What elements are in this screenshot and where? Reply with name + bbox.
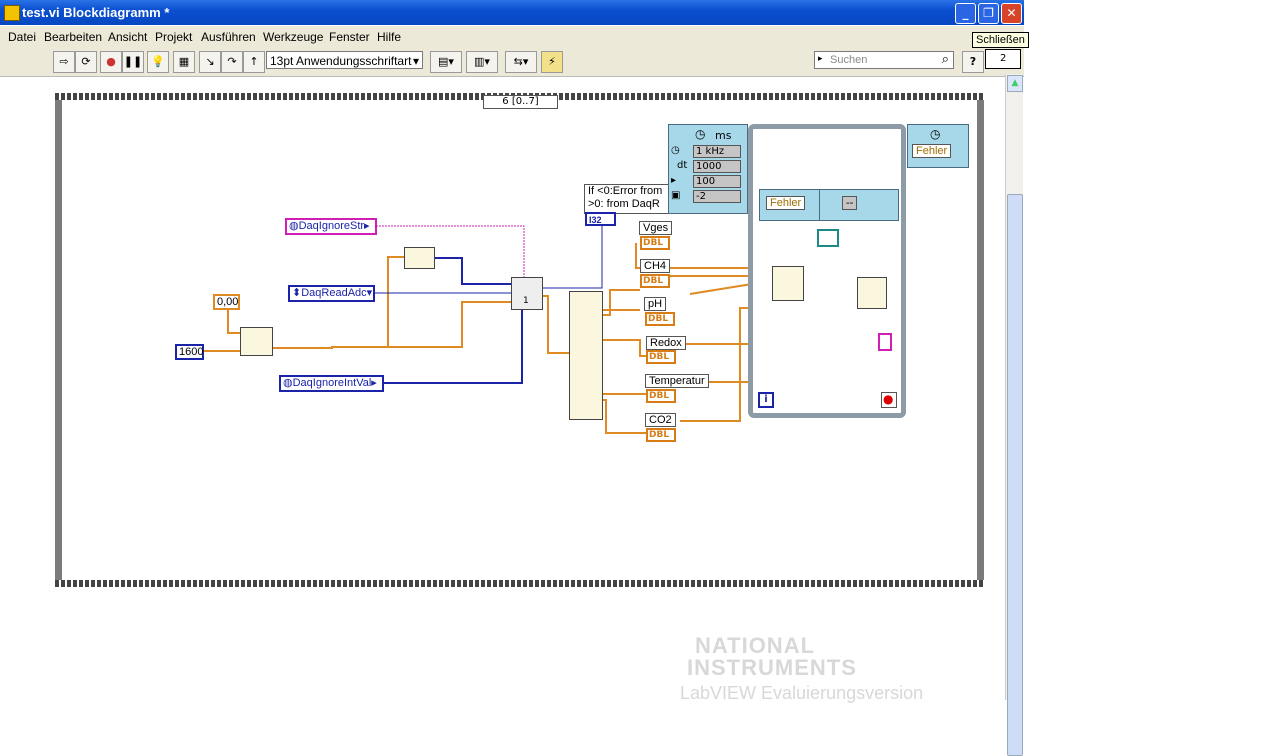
- wire-main: [272, 301, 511, 349]
- priority-value: -2: [693, 190, 741, 203]
- labview-eval-watermark: LabVIEW Evaluierungsversion: [680, 683, 924, 703]
- daq-ignore-str-constant[interactable]: ◍DaqIgnoreStr▸: [285, 218, 377, 235]
- priority-row: ▣ -2: [671, 190, 743, 203]
- daq-read-adc-label: DaqReadAdc: [301, 287, 367, 299]
- globe-icon: ◍: [283, 377, 293, 389]
- dt-value: 1000: [693, 160, 741, 173]
- wire-t3: [689, 283, 753, 295]
- chevron-right-icon: ▸: [364, 220, 370, 232]
- labview-window: test.vi Blockdiagramm * _ ❐ ✕ Datei Bear…: [0, 0, 1029, 756]
- indicator-co2[interactable]: DBL: [646, 428, 676, 442]
- array-to-cluster-node[interactable]: [404, 247, 435, 269]
- daq-read-adc-enum[interactable]: ⬍DaqReadAdc▾: [288, 285, 375, 302]
- stop-terminal[interactable]: ●: [881, 392, 897, 408]
- indicator-label-co2: CO2: [645, 413, 676, 427]
- offset-icon: ▸: [671, 175, 677, 186]
- wire-ind5: [602, 399, 648, 434]
- unbundle-node[interactable]: [569, 291, 603, 420]
- error-line3: from DaqR: [606, 198, 660, 210]
- indicator-label-temperatur: Temperatur: [645, 374, 709, 388]
- indicator-temperatur[interactable]: DBL: [646, 389, 676, 403]
- stop-icon: ●: [883, 392, 894, 406]
- wire-ind4: [601, 373, 648, 395]
- indicator-label-ch4: CH4: [640, 259, 671, 273]
- i32-constant[interactable]: 1600: [175, 344, 204, 360]
- ni-watermark: NATIONAL INSTRUMENTS: [655, 635, 857, 679]
- indicator-ch4[interactable]: DBL: [640, 274, 670, 288]
- dbl-constant[interactable]: 0,00: [213, 294, 240, 310]
- chevron-right-icon: ▸: [371, 377, 377, 389]
- i32-indicator[interactable]: I32: [585, 212, 616, 226]
- timed-loop-output-node[interactable]: ◷ Fehler: [907, 124, 969, 168]
- build-array-node[interactable]: [772, 266, 804, 301]
- wire-t6: [680, 307, 752, 422]
- priority-icon: ▣: [671, 190, 681, 201]
- indicator-label-ph: pH: [644, 297, 667, 311]
- chevron-down-icon: ▾: [366, 287, 373, 299]
- error-line2: >0:: [588, 198, 604, 210]
- indicator-label-redox: Redox: [646, 336, 686, 350]
- daq-ignore-int-val-constant[interactable]: ◍DaqIgnoreIntVal▸: [279, 375, 384, 392]
- string-constant[interactable]: [878, 333, 892, 351]
- initialize-array-node[interactable]: [240, 327, 273, 356]
- timing-frequency: 1 kHz: [693, 145, 741, 158]
- globe-icon: ◍: [289, 220, 299, 232]
- timed-loop-input-node[interactable]: ◷ ms ◷ 1 kHz dt 1000 ▸ 100 ▣ -2: [668, 124, 748, 214]
- timed-loop[interactable]: Fehler -- i ●: [748, 124, 906, 418]
- dt-label: dt: [677, 160, 688, 171]
- updown-icon: ⬍: [292, 287, 302, 299]
- indicator-redox[interactable]: DBL: [646, 350, 676, 364]
- watermark-line2: INSTRUMENTS: [687, 655, 857, 680]
- iteration-terminal: i: [758, 392, 774, 408]
- left-data-node: Fehler: [759, 189, 821, 221]
- timing-source-row: ◷ 1 kHz: [671, 145, 743, 158]
- wire-branch: [387, 256, 404, 347]
- wire-ind3: [602, 339, 648, 357]
- daq-call-node[interactable]: 1: [511, 277, 543, 310]
- dt-row: dt 1000: [671, 160, 743, 173]
- indicator-label-vges: Vges: [639, 221, 673, 235]
- offset-value: 100: [693, 175, 741, 188]
- clock-icon: ◷: [930, 127, 941, 141]
- daq-ignore-int-val-label: DaqIgnoreIntVal: [292, 377, 372, 389]
- error-info-label: If <0:Error from >0: from DaqR: [584, 184, 676, 214]
- daq-call-number: 1: [523, 296, 529, 306]
- indicator-ph[interactable]: DBL: [645, 312, 675, 326]
- fehler-output: Fehler: [912, 144, 952, 158]
- wire-pink: [376, 225, 525, 278]
- error-line1: If <0:Error from: [588, 185, 663, 197]
- boolean-constant[interactable]: [817, 229, 839, 247]
- wire-blue1: [432, 257, 511, 285]
- wire-blue2: [383, 308, 523, 384]
- write-to-file-node[interactable]: [857, 277, 887, 309]
- timed-unit: ms: [715, 129, 732, 142]
- wire-dbl: [227, 309, 240, 334]
- fehler-left: Fehler: [766, 196, 806, 210]
- clock-icon: ◷: [695, 127, 706, 141]
- right-data-node: --: [819, 189, 899, 221]
- daq-ignore-str-label: DaqIgnoreStr: [298, 220, 365, 232]
- wire-ind2: [602, 289, 640, 316]
- dashes-label: --: [842, 196, 858, 210]
- wire-ind1: [601, 297, 640, 311]
- wire-err: [540, 224, 603, 289]
- indicator-vges[interactable]: DBL: [640, 236, 670, 250]
- offset-row: ▸ 100: [671, 175, 743, 188]
- wire-out: [540, 295, 569, 354]
- timing-source-icon: ◷: [671, 145, 680, 156]
